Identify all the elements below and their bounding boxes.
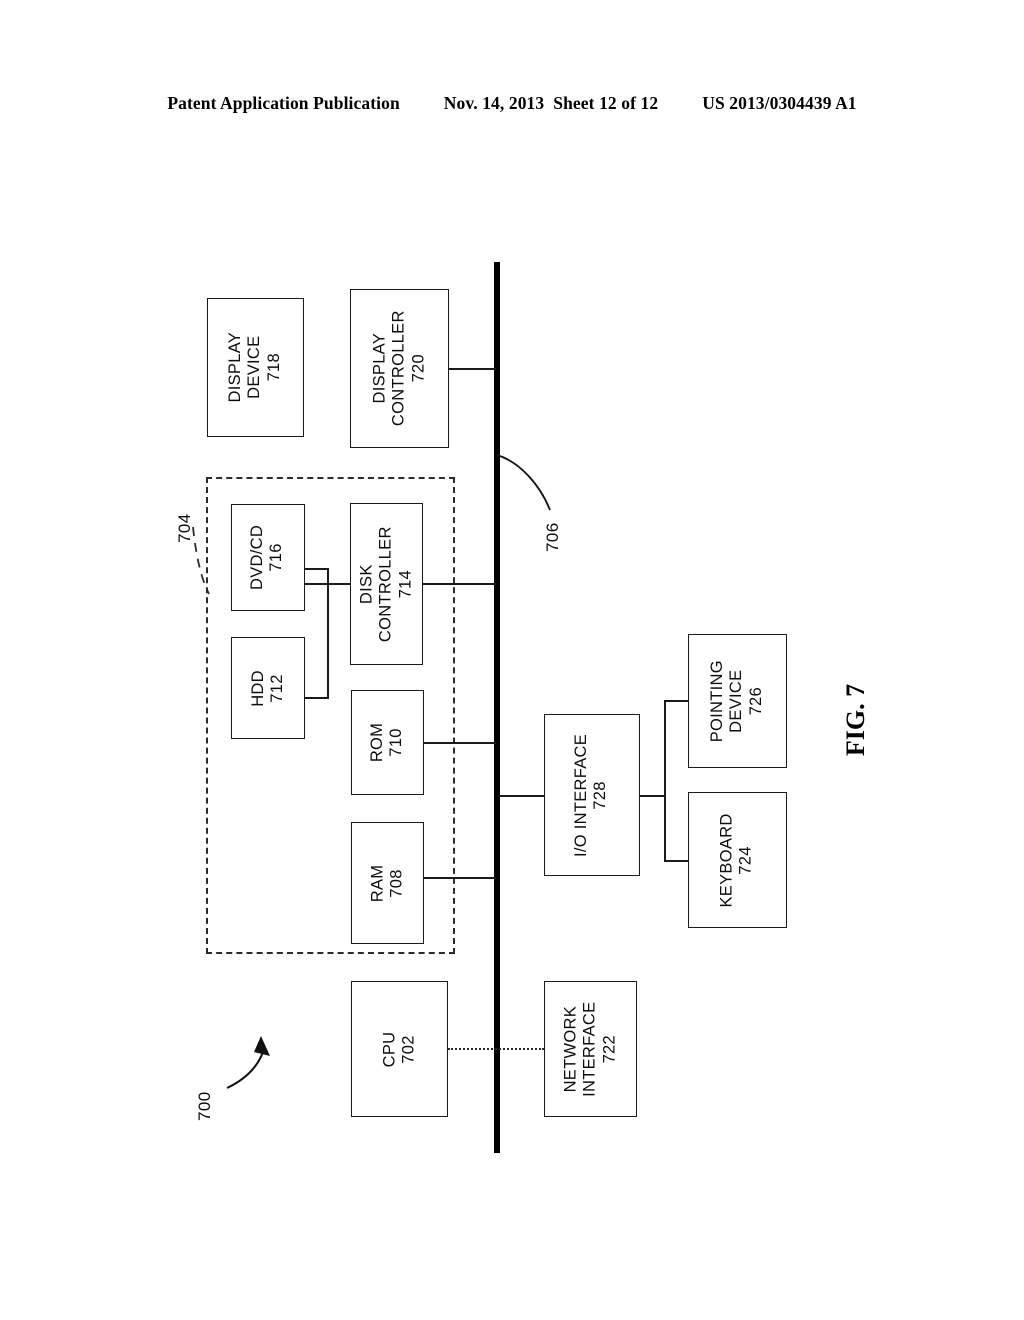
display-controller-ref: 720 [409,354,428,383]
leader-line-700 [226,1051,264,1089]
dvd-cd-ref: 716 [268,543,286,572]
wire-cpu-to-network-interface [448,1048,544,1050]
block-hdd: HDD 712 [231,637,305,739]
ram-ref: 708 [387,868,406,898]
block-display-controller-label: DISPLAY CONTROLLER 720 [370,311,428,427]
block-disk-controller-label: DISK CONTROLLER 714 [357,526,415,642]
dvd-cd-line1: DVD/CD [248,524,267,591]
display-controller-line2: CONTROLLER [389,310,408,427]
ref-number-704: 704 [175,513,194,543]
block-cpu-label: CPU 702 [380,1031,419,1067]
wire-io-interface-stub [640,795,665,797]
block-display-device: DISPLAY DEVICE 718 [207,298,304,437]
block-network-interface: NETWORK INTERFACE 722 [544,981,637,1117]
keyboard-line1: KEYBOARD [718,812,737,908]
wire-display-controller-to-bus [449,368,496,370]
pointing-device-ref: 726 [747,686,766,716]
leader-line-706 [496,454,551,511]
cpu-line1: CPU [380,1031,399,1067]
hdd-ref: 712 [268,673,286,703]
rom-ref: 710 [387,728,406,757]
hdd-line1: HDD [248,669,267,707]
wire-bracket-to-pointing-device [664,700,689,702]
wire-disk-bracket-to-disk-controller [305,583,351,585]
disk-controller-line2: CONTROLLER [376,526,395,642]
wire-bracket-to-keyboard [664,860,689,862]
figure-caption: FIG. 7 [806,684,906,756]
network-interface-ref: 722 [600,1034,619,1064]
io-interface-ref: 728 [592,780,610,810]
block-ram-label: RAM 708 [368,864,407,902]
wire-ram-to-bus [424,877,496,879]
system-bus [494,262,500,1153]
wire-disk-controller-to-bus [423,583,496,585]
block-rom: ROM 710 [351,690,424,795]
pointing-device-line2: DEVICE [727,669,746,733]
wire-hdd-stub [305,697,328,699]
ref-number-706: 706 [543,522,562,552]
patent-figure-page: Patent Application Publication Nov. 14, … [0,0,1024,1320]
block-keyboard: KEYBOARD 724 [688,792,787,928]
block-ram: RAM 708 [351,822,424,944]
block-display-controller: DISPLAY CONTROLLER 720 [350,289,449,448]
display-device-line2: DEVICE [245,335,264,400]
block-io-interface-label: I/O INTERFACE 728 [573,733,612,856]
block-keyboard-label: KEYBOARD 724 [718,813,757,907]
network-interface-line1: NETWORK [561,1005,580,1093]
block-dvd-cd: DVD/CD 716 [231,504,305,611]
pointing-device-line1: POINTING [708,659,727,743]
block-cpu: CPU 702 [351,981,448,1117]
block-io-interface: I/O INTERFACE 728 [544,714,640,876]
figure-caption-text: FIG. 7 [840,683,870,757]
block-pointing-device: POINTING DEVICE 726 [688,634,787,768]
block-display-device-label: DISPLAY DEVICE 718 [226,332,284,403]
disk-controller-line1: DISK [357,564,376,604]
block-network-interface-label: NETWORK INTERFACE 722 [561,1001,619,1096]
wire-bus-to-io-interface [498,795,545,797]
wire-rom-to-bus [424,742,496,744]
display-device-ref: 718 [265,353,284,382]
ram-line1: RAM [368,864,387,902]
leader-lines-overlay [192,454,551,1089]
disk-controller-ref: 714 [396,569,415,599]
wire-dvdcd-stub [305,568,328,570]
cpu-ref: 702 [399,1034,418,1064]
ref-number-700: 700 [195,1091,214,1121]
io-interface-line1: I/O INTERFACE [572,733,591,857]
arrowhead-700 [254,1036,270,1056]
wire-disk-bracket-vertical [327,568,329,699]
block-pointing-device-label: POINTING DEVICE 726 [708,660,766,742]
block-rom-label: ROM 710 [368,723,407,762]
block-dvd-cd-label: DVD/CD 716 [249,525,288,590]
block-disk-controller: DISK CONTROLLER 714 [350,503,423,665]
keyboard-ref: 724 [737,845,756,875]
network-interface-line2: INTERFACE [580,1001,599,1097]
display-device-line1: DISPLAY [226,332,245,403]
figure-7-diagram: DISPLAY DEVICE 718 DISPLAY CONTROLLER 72… [0,0,1024,1320]
block-hdd-label: HDD 712 [249,670,288,707]
display-controller-line1: DISPLAY [370,333,389,404]
wire-io-bracket-vertical [664,700,666,861]
rom-line1: ROM [368,722,387,763]
